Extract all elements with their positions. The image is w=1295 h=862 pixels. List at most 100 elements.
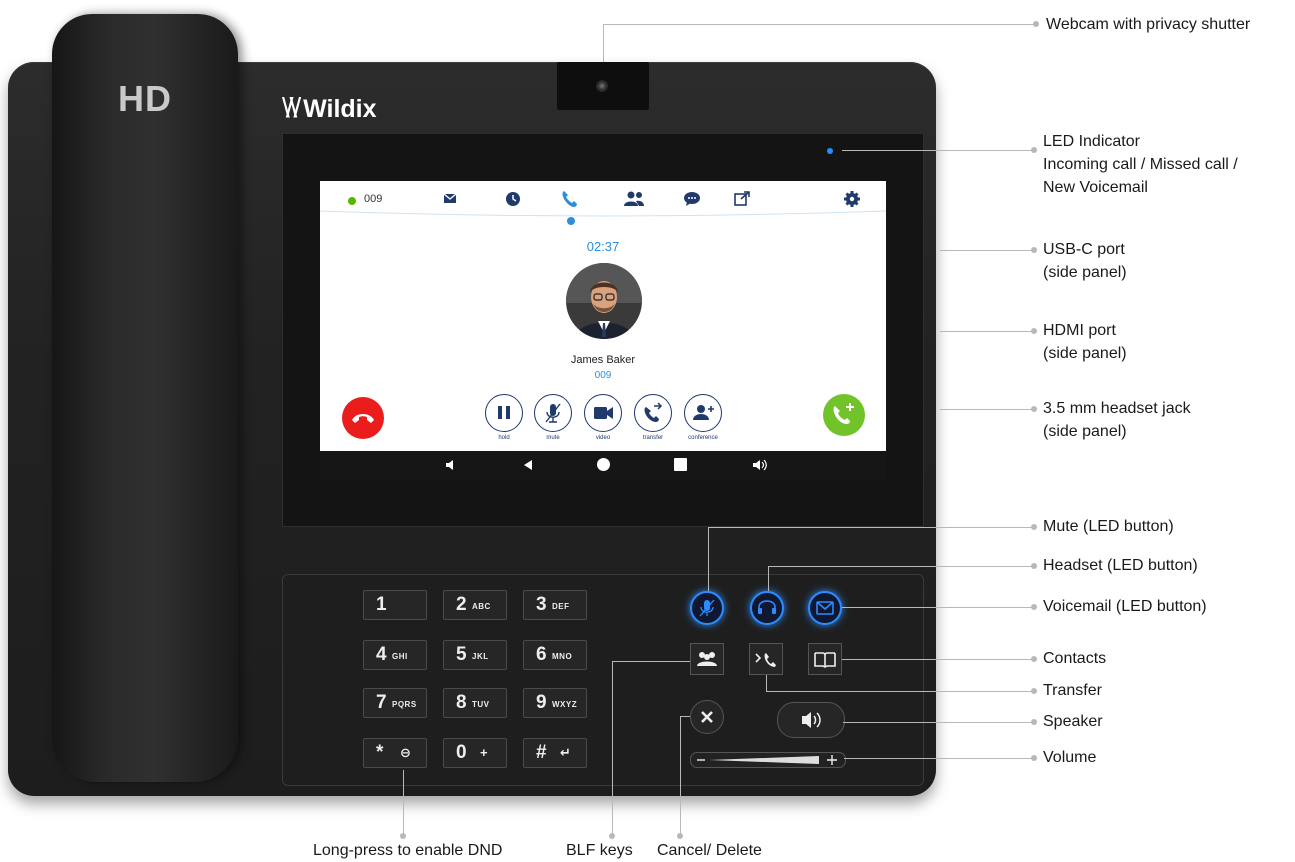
label-headset: Headset (LED button) (1043, 557, 1198, 574)
transfer-call-button[interactable] (634, 394, 672, 432)
callout-line-mute-v (708, 527, 709, 591)
keypad-key[interactable]: 4 GHI (363, 640, 427, 670)
keypad-key[interactable]: 7 PQRS (363, 688, 427, 718)
key-letters: PQRS (392, 700, 417, 709)
android-nav-bar (320, 451, 886, 479)
brand-name: Wildix (303, 95, 377, 123)
add-call-button[interactable] (823, 394, 865, 436)
label-blf: BLF keys (566, 842, 633, 859)
callout-dot (609, 833, 615, 839)
key-letters: ABC (472, 602, 491, 611)
keypad-key[interactable]: 0 + (443, 738, 507, 768)
callout-dot (400, 833, 406, 839)
callout-line-cancel (680, 716, 681, 835)
label-led-line1: LED Indicator (1043, 133, 1140, 150)
keypad-key[interactable]: 6 MNO (523, 640, 587, 670)
keypad-key[interactable]: 8 TUV (443, 688, 507, 718)
key-digit: 3 (536, 594, 547, 615)
keypad-key[interactable]: 1 (363, 590, 427, 620)
back-icon[interactable] (522, 459, 534, 471)
gear-icon[interactable] (842, 189, 862, 209)
callout-line-usbc (940, 250, 1032, 251)
keypad-key[interactable]: 5 JKL (443, 640, 507, 670)
key-letters: WXYZ (552, 700, 578, 709)
caller-name: James Baker (570, 354, 636, 366)
key-letters: ↵ (560, 745, 572, 760)
cancel-delete-button[interactable] (690, 700, 724, 734)
presence-status-dot (348, 197, 356, 205)
mute-led-button[interactable] (690, 591, 724, 625)
label-cancel: Cancel/ Delete (657, 842, 762, 859)
key-digit: 8 (456, 692, 467, 713)
key-digit: # (536, 742, 547, 763)
clock-icon[interactable] (503, 189, 523, 209)
keypad-key[interactable]: # ↵ (523, 738, 587, 768)
volume-down-icon[interactable] (445, 459, 459, 471)
label-webcam: Webcam with privacy shutter (1046, 16, 1251, 33)
handset[interactable] (52, 14, 238, 782)
caller-avatar (566, 263, 642, 339)
contacts-button[interactable] (808, 643, 842, 675)
callout-dot (1031, 247, 1037, 253)
phone-icon[interactable] (558, 187, 582, 211)
touch-screen: 009 02:37 James Baker 009 hold mute vide… (320, 181, 886, 479)
key-letters: TUV (472, 700, 490, 709)
callout-line-cancel-h (680, 716, 690, 717)
label-volume: Volume (1043, 749, 1097, 766)
transfer-button[interactable] (749, 643, 783, 675)
external-link-icon[interactable] (732, 189, 752, 209)
label-contacts: Contacts (1043, 650, 1107, 667)
label-voicemail: Voicemail (LED button) (1043, 598, 1207, 615)
keypad-key[interactable]: * ⊖ (363, 738, 427, 768)
key-digit: 1 (376, 594, 387, 615)
envelope-icon[interactable] (440, 189, 460, 209)
callout-line-hdmi (940, 331, 1032, 332)
key-letters: + (480, 745, 489, 760)
callout-dot (1031, 688, 1037, 694)
conference-label: conference (688, 435, 718, 441)
key-letters: ⊖ (400, 745, 412, 760)
video-button[interactable] (584, 394, 622, 432)
blf-keys-button[interactable] (690, 643, 724, 675)
label-speaker: Speaker (1043, 713, 1103, 730)
volume-up-icon[interactable] (752, 459, 768, 471)
mute-call-button[interactable] (534, 394, 572, 432)
key-letters: JKL (472, 652, 489, 661)
led-indicator (827, 148, 833, 154)
key-digit: 6 (536, 644, 547, 665)
hold-button[interactable] (485, 394, 523, 432)
callout-line-jack (940, 409, 1032, 410)
key-digit: * (376, 742, 384, 763)
keypad-key[interactable]: 9 WXYZ (523, 688, 587, 718)
tab-arc (320, 210, 886, 217)
callout-line-headset-v (768, 566, 769, 591)
headset-led-button[interactable] (750, 591, 784, 625)
hangup-button[interactable] (342, 397, 384, 439)
key-digit: 2 (456, 594, 467, 615)
keypad-key[interactable]: 3 DEF (523, 590, 587, 620)
voicemail-led-button[interactable] (808, 591, 842, 625)
volume-control[interactable] (690, 752, 846, 768)
hd-label: HD (118, 78, 172, 119)
users-icon[interactable] (622, 189, 646, 209)
callout-dot (1033, 21, 1039, 27)
key-digit: 4 (376, 644, 387, 665)
keypad-key[interactable]: 2 ABC (443, 590, 507, 620)
home-icon[interactable] (597, 458, 610, 471)
call-timer: 02:37 (586, 239, 620, 254)
speaker-button[interactable] (777, 702, 845, 738)
callout-line-webcam (603, 24, 604, 62)
label-hdmi-line1: HDMI port (1043, 322, 1116, 339)
recents-icon[interactable] (674, 458, 687, 471)
conference-button[interactable] (684, 394, 722, 432)
label-led-line3: New Voicemail (1043, 179, 1148, 196)
label-transfer: Transfer (1043, 682, 1102, 699)
chat-icon[interactable] (682, 189, 702, 209)
callout-dot (1031, 656, 1037, 662)
callout-line-led (842, 150, 1032, 151)
callout-dot (1031, 406, 1037, 412)
key-digit: 0 (456, 742, 467, 763)
label-mute: Mute (LED button) (1043, 518, 1174, 535)
label-dnd: Long-press to enable DND (313, 842, 503, 859)
label-jack-line2: (side panel) (1043, 423, 1127, 440)
